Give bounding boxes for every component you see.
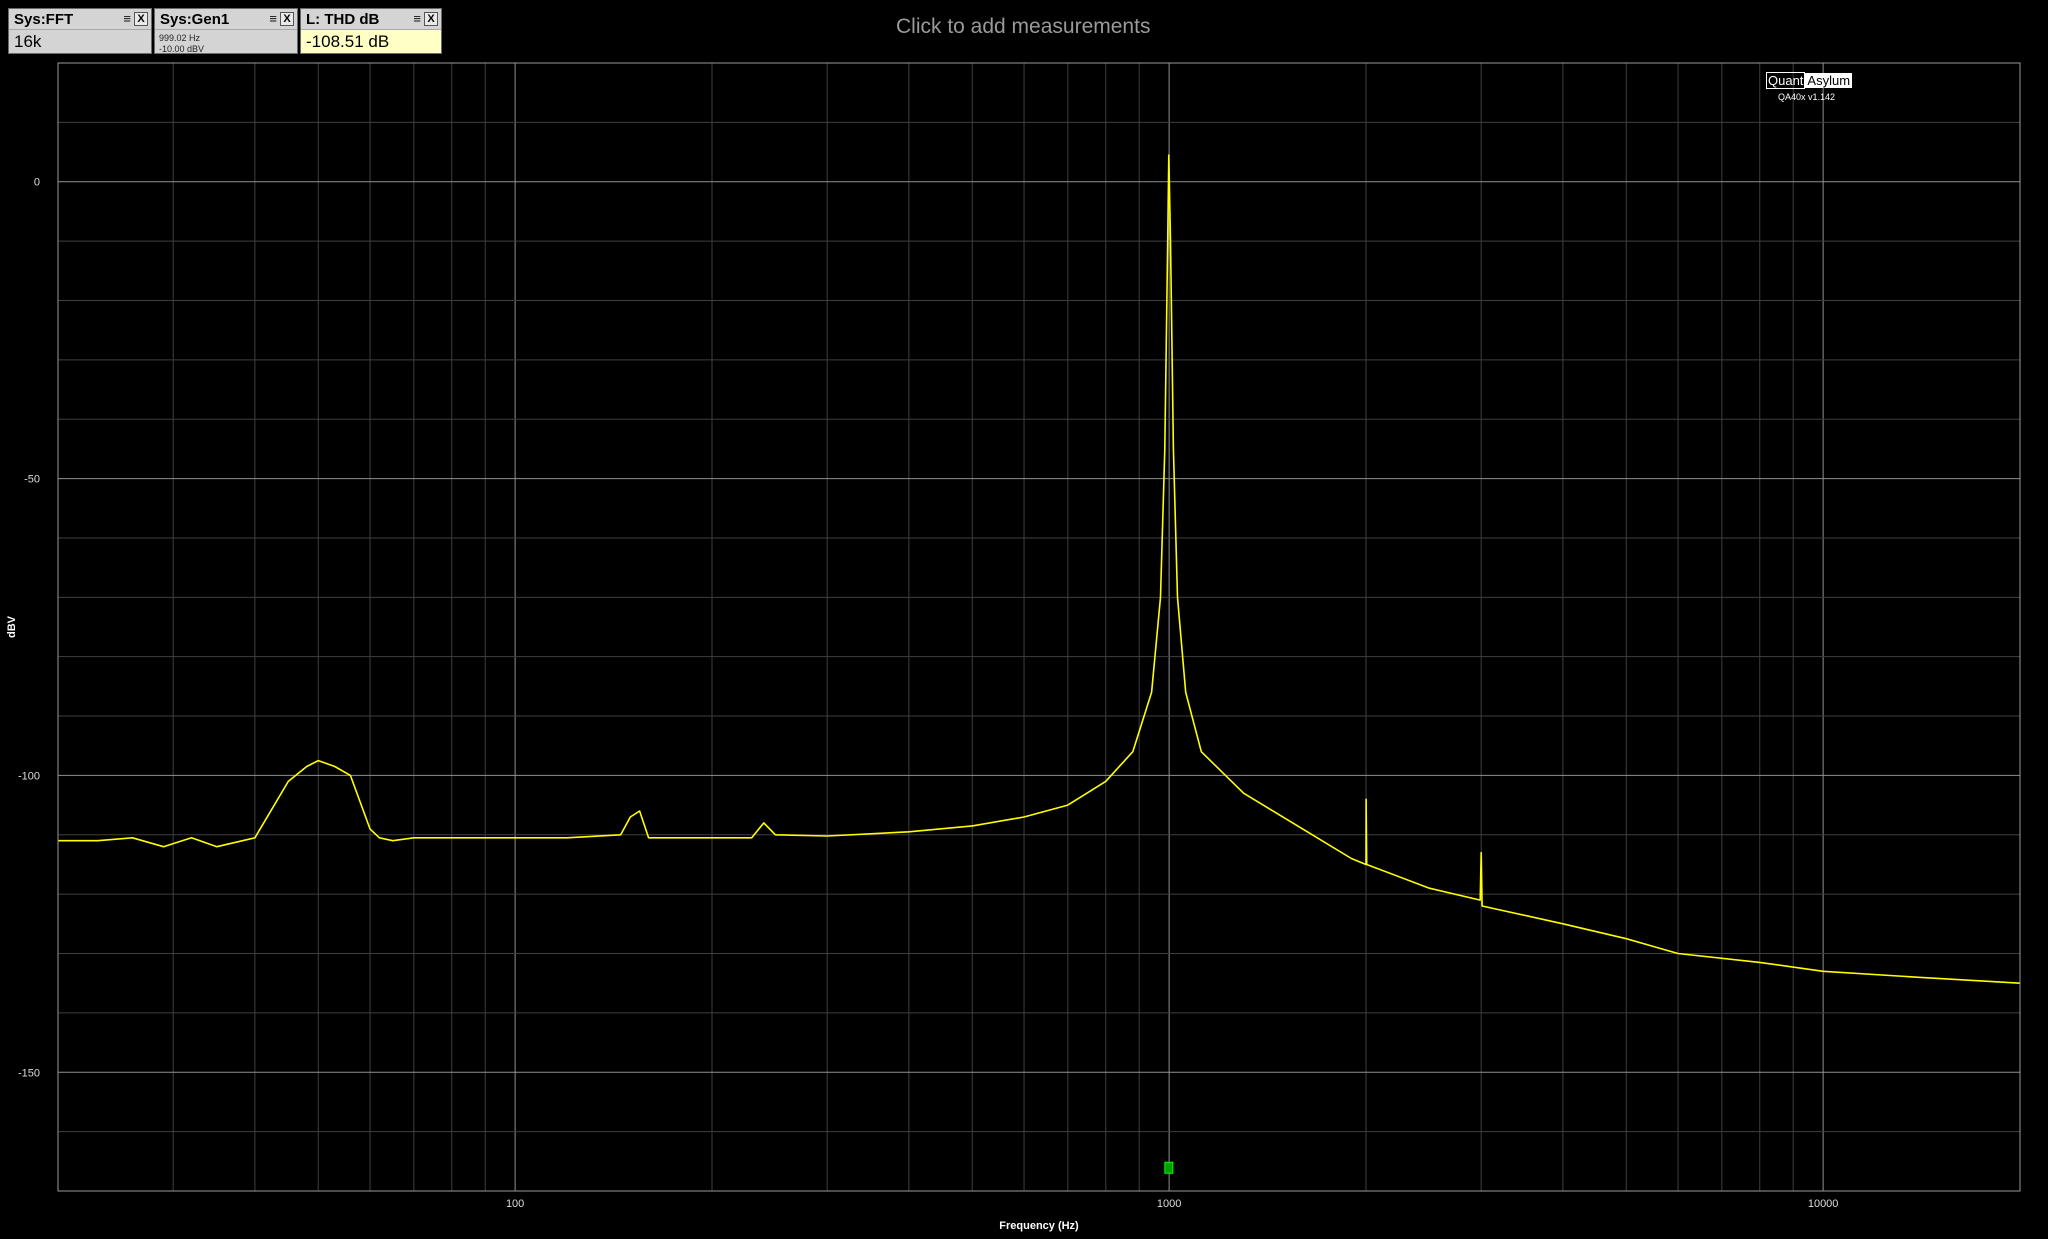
plot-grid bbox=[57, 62, 2021, 1192]
plot-frame bbox=[57, 62, 2021, 1192]
x-tick-label: 1000 bbox=[1157, 1198, 1181, 1210]
widget-thd-title: L: THD dB bbox=[306, 11, 380, 28]
y-tick-label: -100 bbox=[18, 770, 40, 782]
analyzer-window: 100 1000 10000 0 -50 -100 -150 Frequency (Hz) … bbox=[0, 0, 2048, 1239]
y-tick-label: -150 bbox=[18, 1067, 40, 1079]
widget-fft[interactable]: Sys:FFT ≡ X 16k bbox=[8, 8, 152, 54]
spectrum-plot[interactable]: 100 1000 100000-50-100-150 Frequency (Hz) … bbox=[0, 0, 2048, 1239]
add-measurements-button[interactable]: Click to add measurements bbox=[896, 15, 1150, 39]
fundamental-marker[interactable] bbox=[1164, 1161, 1174, 1174]
version-label: QA40x v1.142 bbox=[1778, 92, 1836, 102]
y-axis-label: dBV bbox=[6, 615, 18, 638]
hamburger-icon[interactable]: ≡ bbox=[123, 12, 131, 25]
y-tick-label: -50 bbox=[24, 474, 40, 486]
widget-gen1-title: Sys:Gen1 bbox=[160, 11, 230, 28]
y-tick-label: 0 bbox=[34, 177, 40, 189]
hamburger-icon[interactable]: ≡ bbox=[269, 12, 277, 25]
quantasylum-logo: Quant Asylum bbox=[1766, 72, 1853, 89]
widget-fft-title: Sys:FFT bbox=[14, 11, 74, 28]
widget-fft-value: 16k bbox=[14, 32, 42, 51]
widget-gen1-level: -10.00 dBV bbox=[159, 44, 205, 54]
widget-thd-close-button[interactable]: X bbox=[424, 12, 438, 26]
widget-thd[interactable]: L: THD dB ≡ X -108.51 dB bbox=[300, 8, 442, 54]
widget-gen1-close-button[interactable]: X bbox=[280, 12, 294, 26]
spectrum-trace bbox=[58, 154, 2021, 984]
axis-ticks: 100 1000 10000 0 -50 -100 -150 bbox=[18, 177, 1838, 1210]
widget-gen1-frequency: 999.02 Hz bbox=[159, 33, 201, 43]
hamburger-icon[interactable]: ≡ bbox=[413, 12, 421, 25]
x-tick-label: 100 bbox=[506, 1198, 524, 1210]
widget-thd-header: L: THD dB ≡ X bbox=[301, 9, 441, 30]
x-axis-label: Frequency (Hz) bbox=[999, 1220, 1079, 1232]
x-tick-label: 10000 bbox=[1808, 1198, 1839, 1210]
logo-part-quant: Quant bbox=[1766, 72, 1806, 89]
widget-gen1[interactable]: Sys:Gen1 ≡ X 999.02 Hz -10.00 dBV bbox=[154, 8, 298, 54]
logo-part-asylum: Asylum bbox=[1805, 73, 1853, 88]
widget-gen1-header: Sys:Gen1 ≡ X bbox=[155, 9, 297, 30]
widget-fft-header: Sys:FFT ≡ X bbox=[9, 9, 151, 30]
spectrum-trace-group bbox=[58, 154, 2021, 984]
widget-thd-value: -108.51 dB bbox=[306, 32, 390, 51]
widget-fft-close-button[interactable]: X bbox=[134, 12, 148, 26]
